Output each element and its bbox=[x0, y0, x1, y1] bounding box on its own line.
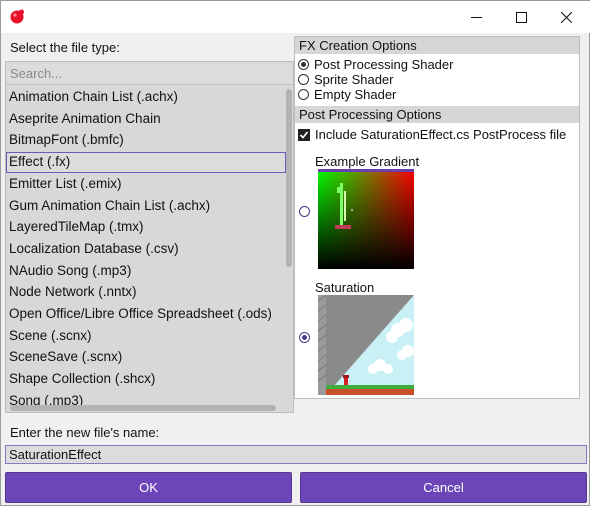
maximize-icon bbox=[515, 11, 527, 23]
minimize-icon bbox=[470, 16, 482, 18]
close-button[interactable] bbox=[543, 1, 589, 33]
list-item[interactable]: Aseprite Animation Chain bbox=[6, 109, 286, 130]
list-item[interactable]: SceneSave (.scnx) bbox=[6, 347, 286, 368]
post-processing-options-header: Post Processing Options bbox=[295, 106, 579, 123]
title-bar[interactable] bbox=[1, 1, 590, 33]
fx-option-empty[interactable]: Empty Shader bbox=[298, 87, 396, 102]
fx-option-sprite[interactable]: Sprite Shader bbox=[298, 72, 394, 87]
file-name-label: Enter the new file's name: bbox=[10, 425, 160, 440]
list-item[interactable]: NAudio Song (.mp3) bbox=[6, 261, 286, 282]
list-item[interactable]: Scene (.scnx) bbox=[6, 326, 286, 347]
list-item[interactable]: BitmapFont (.bmfc) bbox=[6, 130, 286, 151]
list-item-selected[interactable]: Effect (.fx) bbox=[6, 152, 286, 174]
app-icon bbox=[10, 9, 24, 24]
include-file-checkbox[interactable] bbox=[298, 128, 310, 141]
list-item[interactable]: Node Network (.nntx) bbox=[6, 282, 286, 303]
close-icon bbox=[560, 11, 572, 23]
vertical-scroll-thumb[interactable] bbox=[286, 89, 292, 267]
include-file-option[interactable]: Include SaturationEffect.cs PostProcess … bbox=[298, 127, 566, 142]
preview-label-saturation: Saturation bbox=[315, 280, 375, 295]
list-item[interactable]: Open Office/Libre Office Spreadsheet (.o… bbox=[6, 304, 286, 325]
file-name-input[interactable] bbox=[5, 445, 587, 464]
saturation-image bbox=[318, 295, 414, 395]
list-item[interactable]: Animation Chain List (.achx) bbox=[6, 87, 286, 108]
gradient-image bbox=[318, 169, 414, 269]
fx-options-header: FX Creation Options bbox=[295, 37, 579, 54]
example-gradient-preview[interactable] bbox=[318, 169, 414, 269]
search-input[interactable] bbox=[6, 62, 293, 85]
options-panel: FX Creation Options Post Processing Shad… bbox=[294, 36, 580, 399]
preview-label-gradient: Example Gradient bbox=[315, 154, 420, 169]
horizontal-scroll-thumb[interactable] bbox=[10, 405, 276, 411]
preview-radio-saturation[interactable] bbox=[299, 332, 310, 343]
checkmark-icon bbox=[299, 130, 309, 139]
radio-button[interactable] bbox=[298, 89, 309, 100]
ok-button[interactable]: OK bbox=[5, 472, 292, 503]
new-file-dialog: Select the file type: Animation Chain Li… bbox=[0, 0, 590, 506]
select-file-type-label: Select the file type: bbox=[10, 40, 120, 55]
list-item[interactable]: Localization Database (.csv) bbox=[6, 239, 286, 260]
file-type-panel: Animation Chain List (.achx) Aseprite An… bbox=[5, 61, 294, 413]
list-item[interactable]: LayeredTileMap (.tmx) bbox=[6, 217, 286, 238]
fx-option-post-processing[interactable]: Post Processing Shader bbox=[298, 57, 453, 72]
radio-button-checked[interactable] bbox=[298, 59, 309, 70]
list-item[interactable]: Emitter List (.emix) bbox=[6, 174, 286, 195]
radio-button[interactable] bbox=[298, 74, 309, 85]
minimize-button[interactable] bbox=[453, 1, 499, 33]
list-item[interactable]: Shape Collection (.shcx) bbox=[6, 369, 286, 390]
saturation-preview[interactable] bbox=[318, 295, 414, 395]
cancel-button[interactable]: Cancel bbox=[300, 472, 587, 503]
file-type-list[interactable]: Animation Chain List (.achx) Aseprite An… bbox=[6, 87, 286, 407]
maximize-button[interactable] bbox=[498, 1, 544, 33]
radio-label: Sprite Shader bbox=[314, 72, 394, 87]
vertical-scrollbar[interactable] bbox=[285, 86, 293, 404]
include-file-label: Include SaturationEffect.cs PostProcess … bbox=[315, 127, 567, 142]
list-item[interactable]: Gum Animation Chain List (.achx) bbox=[6, 196, 286, 217]
radio-label: Empty Shader bbox=[314, 87, 397, 102]
radio-label: Post Processing Shader bbox=[314, 57, 454, 72]
preview-radio-gradient[interactable] bbox=[299, 206, 310, 217]
